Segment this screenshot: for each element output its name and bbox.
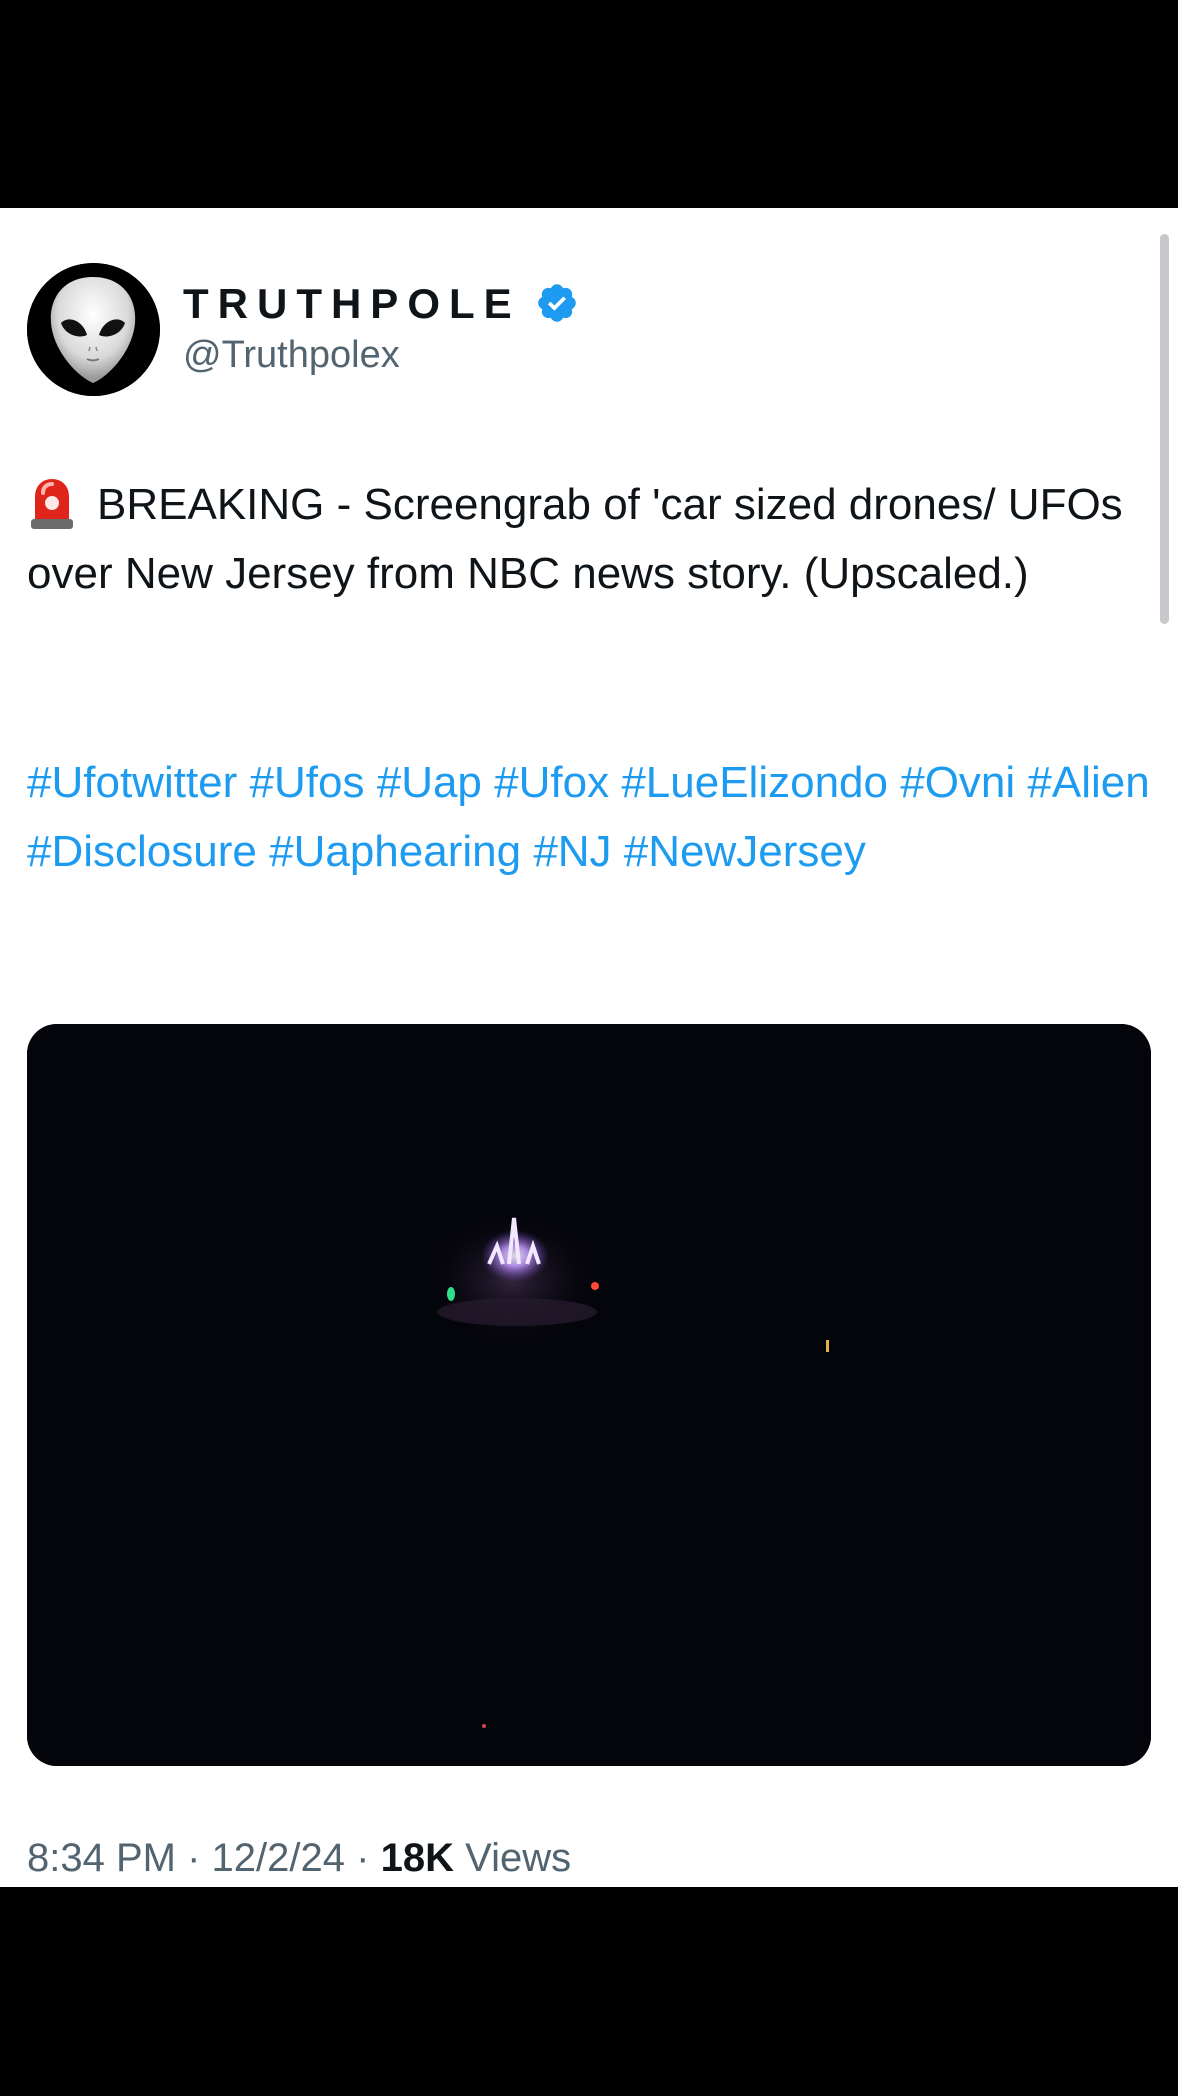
alien-head-icon [27, 263, 160, 396]
top-black-bar [0, 0, 1178, 208]
hashtag-link[interactable]: #LueElizondo [621, 758, 888, 807]
tweet-text: BREAKING - Screengrab of 'car sized dron… [27, 470, 1152, 608]
tweet-meta: 8:34 PM · 12/2/24 · 18K Views [27, 1836, 571, 1881]
tweet-media-image[interactable] [27, 1024, 1151, 1766]
hashtag-link[interactable]: #Uap [377, 758, 482, 807]
verified-badge-icon [535, 281, 579, 325]
tweet-card: TRUTHPOLE @Truthpolex BREAKING - Screeng… [0, 208, 1178, 1887]
author-handle[interactable]: @Truthpolex [183, 334, 400, 377]
hashtag-link[interactable]: #Uaphearing [269, 827, 521, 876]
hashtag-link[interactable]: #Ovni [900, 758, 1015, 807]
police-siren-icon [27, 475, 77, 529]
author-display-name[interactable]: TRUTHPOLE [183, 280, 521, 328]
hashtag-link[interactable]: #Alien [1027, 758, 1149, 807]
scrollbar[interactable] [1160, 234, 1169, 624]
hashtag-link[interactable]: #Disclosure [27, 827, 257, 876]
hashtag-list: #Ufotwitter #Ufos #Uap #Ufox #LueElizond… [27, 748, 1152, 886]
tweet-time[interactable]: 8:34 PM [27, 1836, 176, 1880]
bottom-black-bar [0, 1887, 1178, 2096]
avatar[interactable] [27, 263, 160, 396]
meta-separator: · [356, 1836, 370, 1880]
tweet-date[interactable]: 12/2/24 [212, 1836, 345, 1880]
meta-separator: · [187, 1836, 201, 1880]
hashtag-link[interactable]: #Ufox [494, 758, 609, 807]
tweet-body: BREAKING - Screengrab of 'car sized dron… [27, 480, 1123, 598]
views-count[interactable]: 18K [381, 1836, 454, 1880]
night-sky-photo [27, 1024, 1151, 1766]
views-label: Views [465, 1836, 572, 1880]
hashtag-link[interactable]: #Ufos [250, 758, 365, 807]
hashtag-link[interactable]: #NewJersey [624, 827, 866, 876]
hashtag-link[interactable]: #NJ [533, 827, 611, 876]
hashtag-link[interactable]: #Ufotwitter [27, 758, 237, 807]
